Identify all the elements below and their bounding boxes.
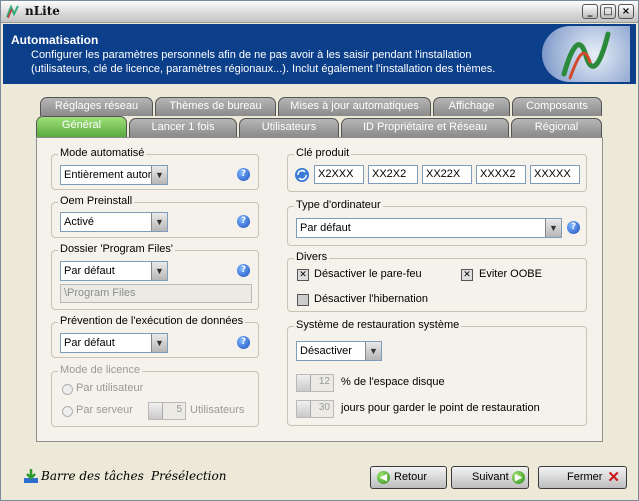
help-icon[interactable]: ? xyxy=(237,168,250,181)
disk-percent-label: % de l'espace disque xyxy=(341,376,445,388)
mode-automatise-select[interactable]: Entièrement autor ▼ xyxy=(60,165,168,185)
nlite-logo-icon xyxy=(6,4,19,19)
main-window: nLite _ □ × Automatisation Configurer le… xyxy=(0,0,639,501)
product-key-label: Clé produit xyxy=(294,147,352,159)
dep-select[interactable]: Par défaut ▼ xyxy=(60,333,168,353)
page-description: Configurer les paramètres personnels afi… xyxy=(31,49,496,75)
group-licence: Mode de licence Par utilisateur Par serv… xyxy=(51,364,259,427)
group-dep: Prévention de l'exécution de données Par… xyxy=(51,315,259,358)
nlite-banner-logo xyxy=(542,26,630,82)
taskbar-download-icon[interactable] xyxy=(23,468,39,484)
per-server-label: Par serveur xyxy=(76,404,133,416)
mode-automatise-label: Mode automatisé xyxy=(58,147,147,159)
group-computer-type: Type d'ordinateur Par défaut ▼ ? xyxy=(287,199,587,246)
per-user-label: Par utilisateur xyxy=(76,382,144,394)
divers-label: Divers xyxy=(294,251,330,263)
computer-type-select[interactable]: Par défaut ▼ xyxy=(296,218,562,238)
product-key-part-5[interactable]: XXXXX xyxy=(530,165,580,184)
restore-days-stepper[interactable]: 30 xyxy=(296,400,334,418)
chevron-down-icon: ▼ xyxy=(365,342,381,360)
help-icon[interactable]: ? xyxy=(237,264,250,277)
firewall-label: Désactiver le pare-feu xyxy=(314,268,422,280)
tab-lancer-1-fois[interactable]: Lancer 1 fois xyxy=(129,118,237,137)
close-icon: ✕ xyxy=(607,469,620,486)
chevron-down-icon: ▼ xyxy=(151,213,167,231)
product-key-part-4[interactable]: XXXX2 xyxy=(476,165,526,184)
product-key-part-1[interactable]: X2XXX xyxy=(314,165,364,184)
chevron-down-icon: ▼ xyxy=(545,219,561,237)
program-files-label: Dossier 'Program Files' xyxy=(58,243,176,255)
tab-affichage[interactable]: Affichage xyxy=(433,97,510,116)
tab-regional[interactable]: Régional xyxy=(511,118,602,137)
close-button[interactable]: Fermer ✕ xyxy=(538,466,627,489)
system-restore-label: Système de restauration système xyxy=(294,319,462,331)
oem-preinstall-select[interactable]: Activé ▼ xyxy=(60,212,168,232)
tab-utilisateurs[interactable]: Utilisateurs xyxy=(239,118,339,137)
arrow-right-icon: ▶ xyxy=(512,471,525,484)
page-title: Automatisation xyxy=(11,33,99,47)
product-key-part-3[interactable]: XX22X xyxy=(422,165,472,184)
close-window-button[interactable]: × xyxy=(618,4,634,19)
oobe-checkbox[interactable]: ✕ xyxy=(461,269,473,281)
chevron-down-icon: ▼ xyxy=(151,334,167,352)
help-icon[interactable]: ? xyxy=(237,336,250,349)
taskbar-link[interactable]: Barre des tâches xyxy=(41,469,144,483)
licence-label: Mode de licence xyxy=(58,364,143,376)
stepper-arrows-icon xyxy=(297,401,311,417)
chevron-down-icon: ▼ xyxy=(151,166,167,184)
arrow-left-icon: ◀ xyxy=(377,471,390,484)
page-header: Automatisation Configurer les paramètres… xyxy=(3,24,636,84)
chevron-down-icon: ▼ xyxy=(151,262,167,280)
tab-general[interactable]: Général xyxy=(36,116,127,138)
help-icon[interactable]: ? xyxy=(237,215,250,228)
general-panel: Mode automatisé Entièrement autor ▼ ? Oe… xyxy=(36,137,603,442)
restore-days-label: jours pour garder le point de restaurati… xyxy=(341,402,540,414)
tab-themes-de-bureau[interactable]: Thèmes de bureau xyxy=(155,97,276,116)
group-product-key: Clé produit X2XXX XX2X2 XX22X XXXX2 XXXX… xyxy=(287,147,587,192)
disk-percent-stepper[interactable]: 12 xyxy=(296,374,334,392)
group-mode-automatise: Mode automatisé Entièrement autor ▼ ? xyxy=(51,147,259,190)
hibernation-checkbox[interactable] xyxy=(297,294,309,306)
refresh-icon[interactable] xyxy=(294,167,310,183)
product-key-part-2[interactable]: XX2X2 xyxy=(368,165,418,184)
next-button[interactable]: Suivant ▶ xyxy=(451,466,529,489)
group-system-restore: Système de restauration système Désactiv… xyxy=(287,319,587,426)
program-files-path-input[interactable]: \Program Files xyxy=(60,284,252,303)
title-bar: nLite _ □ × xyxy=(1,1,638,23)
stepper-arrows-icon xyxy=(149,403,163,419)
system-restore-select[interactable]: Désactiver ▼ xyxy=(296,341,382,361)
nlite-n-icon xyxy=(561,31,611,80)
group-oem-preinstall: Oem Preinstall Activé ▼ ? xyxy=(51,195,259,238)
radio-per-user[interactable] xyxy=(62,384,73,395)
radio-per-server[interactable] xyxy=(62,406,73,417)
oobe-label: Eviter OOBE xyxy=(479,268,542,280)
tab-reglages-reseau[interactable]: Réglages réseau xyxy=(40,97,153,116)
tab-mises-a-jour[interactable]: Mises à jour automatiques xyxy=(278,97,431,116)
program-files-select[interactable]: Par défaut ▼ xyxy=(60,261,168,281)
minimize-button[interactable]: _ xyxy=(582,4,598,19)
window-controls: _ □ × xyxy=(582,4,634,19)
tab-composants[interactable]: Composants xyxy=(512,97,602,116)
firewall-checkbox[interactable]: ✕ xyxy=(297,269,309,281)
hibernation-label: Désactiver l'hibernation xyxy=(314,293,428,305)
users-label: Utilisateurs xyxy=(190,404,245,416)
stepper-arrows-icon xyxy=(297,375,311,391)
tab-id-proprietaire[interactable]: ID Propriétaire et Réseau xyxy=(341,118,509,137)
window-title: nLite xyxy=(25,4,60,18)
group-program-files: Dossier 'Program Files' Par défaut ▼ ? \… xyxy=(51,243,259,310)
back-button[interactable]: ◀ Retour xyxy=(370,466,447,489)
preselection-link[interactable]: Présélection xyxy=(151,469,226,483)
help-icon[interactable]: ? xyxy=(567,221,580,234)
maximize-button[interactable]: □ xyxy=(600,4,616,19)
computer-type-label: Type d'ordinateur xyxy=(294,199,383,211)
oem-preinstall-label: Oem Preinstall xyxy=(58,195,135,207)
dep-label: Prévention de l'exécution de données xyxy=(58,315,246,327)
group-divers: Divers ✕ Désactiver le pare-feu ✕ Eviter… xyxy=(287,251,587,312)
users-count-stepper[interactable]: 5 xyxy=(148,402,186,420)
